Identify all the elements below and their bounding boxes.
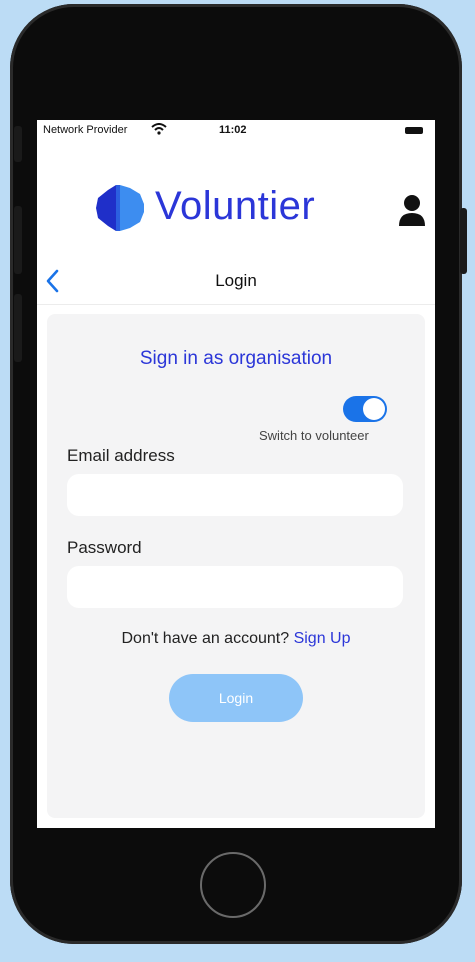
- logo-icon: [96, 185, 144, 231]
- toggle-label: Switch to volunteer: [259, 428, 369, 443]
- nav-bar: Login: [37, 260, 435, 305]
- password-field[interactable]: [67, 566, 403, 608]
- home-button[interactable]: [200, 852, 266, 918]
- sign-in-heading: Sign in as organisation: [139, 348, 333, 369]
- signup-link[interactable]: Sign Up: [294, 630, 351, 647]
- toggle-knob: [363, 398, 385, 420]
- volunteer-toggle[interactable]: [343, 396, 387, 422]
- network-provider: Network Provider: [43, 124, 128, 136]
- user-icon[interactable]: [397, 194, 427, 226]
- battery-icon: [405, 127, 423, 134]
- mute-switch: [14, 126, 22, 162]
- email-field[interactable]: [67, 474, 403, 516]
- login-card: Sign in as organisation Switch to volunt…: [47, 314, 425, 818]
- brand-name: Voluntier: [155, 184, 316, 228]
- email-label: Email address: [67, 446, 175, 465]
- power-button: [460, 208, 467, 274]
- signup-prompt: Don't have an account? Sign Up: [47, 630, 425, 648]
- clock: 11:02: [219, 124, 247, 136]
- page-title: Login: [215, 271, 257, 290]
- app-screen: Network Provider 11:02 Voluntier Login S…: [37, 120, 435, 828]
- wifi-icon: [151, 123, 167, 135]
- password-label: Password: [67, 538, 142, 557]
- status-bar: Network Provider 11:02: [37, 120, 435, 140]
- volume-down-button: [14, 294, 22, 362]
- no-account-text: Don't have an account?: [121, 630, 290, 647]
- login-button[interactable]: Login: [169, 674, 303, 722]
- volume-up-button: [14, 206, 22, 274]
